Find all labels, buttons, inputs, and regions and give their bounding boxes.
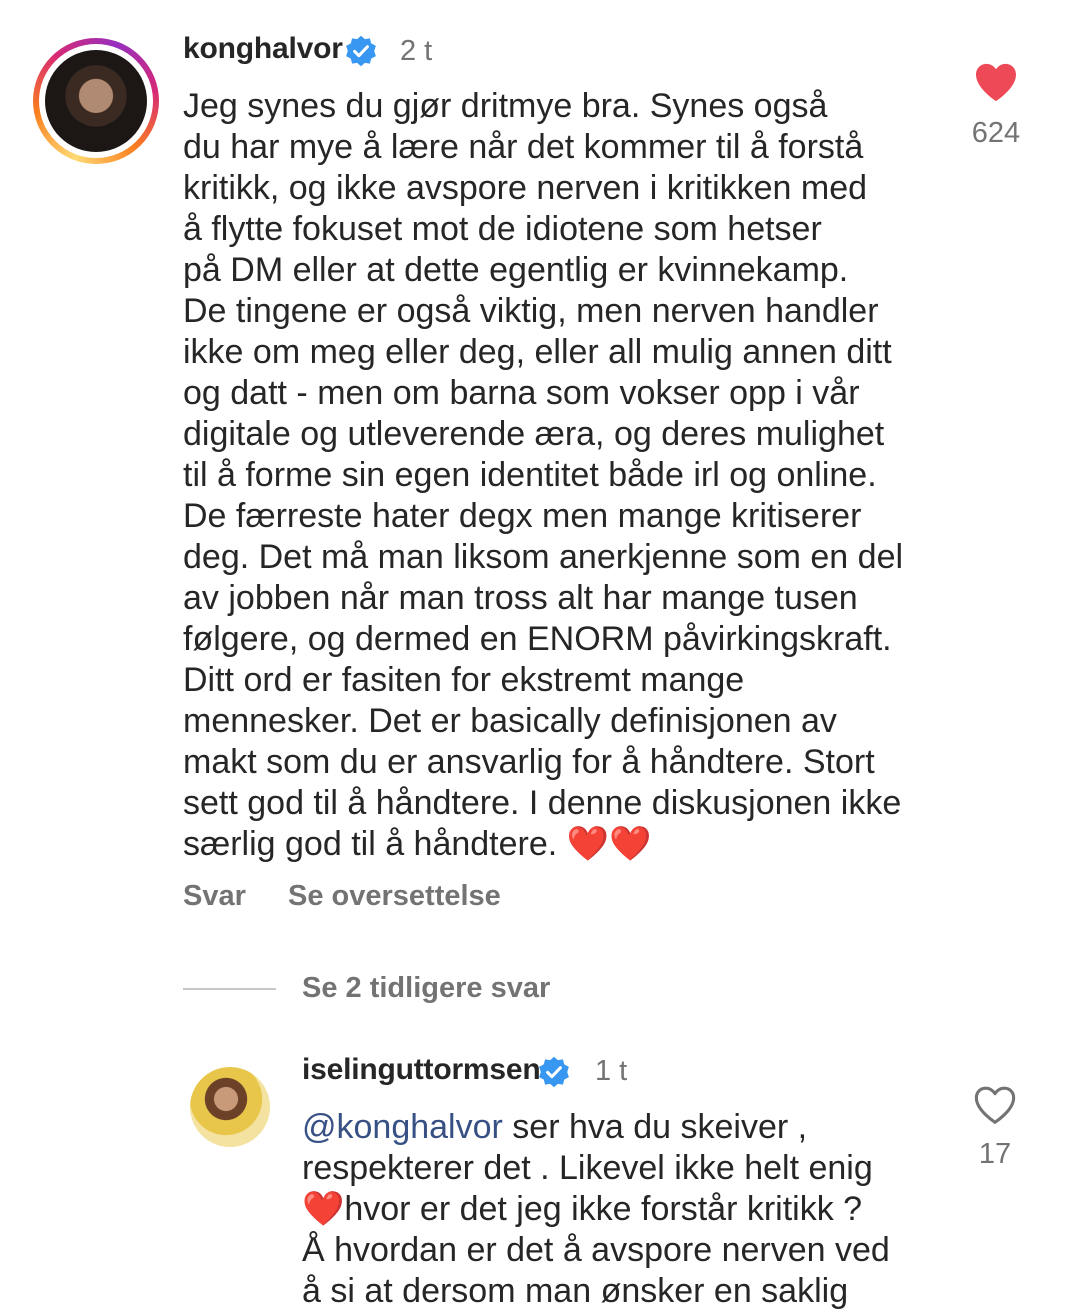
like-count: 624 bbox=[971, 117, 1021, 149]
reply-button[interactable]: Svar bbox=[183, 880, 246, 913]
comment-body-line: du har mye å lære når det kommer til å f… bbox=[183, 128, 864, 166]
comment-body-line: Å hvordan er det å avspore nerven ved bbox=[302, 1231, 890, 1269]
comment-body-line: De færreste hater degx men mange kritise… bbox=[183, 497, 862, 535]
comment-body-line: mennesker. Det er basically definisjonen… bbox=[183, 702, 837, 740]
story-ring[interactable] bbox=[33, 38, 159, 164]
username-iselinguttormsen[interactable]: iselinguttormsen bbox=[302, 1053, 541, 1087]
comment-body-line: deg. Det må man liksom anerkjenne som en… bbox=[183, 538, 904, 576]
verified-badge-icon bbox=[539, 1056, 569, 1088]
avatar-konghalvor[interactable] bbox=[45, 50, 147, 152]
comment-body-line: og datt - men om barna som vokser opp i … bbox=[183, 374, 860, 412]
view-earlier-replies-button[interactable]: Se 2 tidligere svar bbox=[302, 972, 550, 1005]
comment-body-line: følgere, og dermed en ENORM påvirkingskr… bbox=[183, 620, 892, 658]
comment-body-line: å si at dersom man ønsker en saklig bbox=[302, 1272, 849, 1310]
comment-body-line: ikke om meg eller deg, eller all mulig a… bbox=[183, 333, 892, 371]
comment-body-line: på DM eller at dette egentlig er kvinnek… bbox=[183, 251, 849, 289]
username-konghalvor[interactable]: konghalvor bbox=[183, 32, 343, 66]
comment-body-line: Ditt ord er fasiten for ekstremt mange bbox=[183, 661, 745, 699]
comment-body-line: digitale og utleverende æra, og deres mu… bbox=[183, 415, 885, 453]
comment-body-line: ❤️hvor er det jeg ikke forstår kritikk ? bbox=[302, 1190, 863, 1228]
comment-timestamp: 2 t bbox=[400, 35, 433, 67]
avatar-iselinguttormsen[interactable] bbox=[190, 1067, 270, 1147]
comment-timestamp: 1 t bbox=[595, 1055, 628, 1087]
comment-body-text: ser hva du skeiver , bbox=[502, 1108, 808, 1146]
see-translation-button[interactable]: Se oversettelse bbox=[288, 880, 501, 913]
comment-body-line: respekterer det . Likevel ikke helt enig bbox=[302, 1149, 873, 1187]
comment-body-line: Jeg synes du gjør dritmye bra. Synes ogs… bbox=[183, 87, 828, 125]
comment-body-line: De tingene er også viktig, men nerven ha… bbox=[183, 292, 879, 330]
comment-body-line: særlig god til å håndtere. ❤️❤️ bbox=[183, 825, 652, 863]
comment-body: Jeg synes du gjør dritmye bra. Synes ogs… bbox=[183, 86, 903, 865]
mention-link[interactable]: @konghalvor bbox=[302, 1108, 503, 1146]
comment-body-line: av jobben når man tross alt har mange tu… bbox=[183, 579, 858, 617]
comment-body-line: @konghalvor ser hva du skeiver , bbox=[302, 1107, 890, 1148]
comment-body-line: til å forme sin egen identitet både irl … bbox=[183, 456, 877, 494]
comment-body-line: kritikk, og ikke avspore nerven i kritik… bbox=[183, 169, 868, 207]
like-count: 17 bbox=[978, 1138, 1012, 1170]
verified-badge-icon bbox=[346, 35, 376, 67]
heart-outline-icon[interactable] bbox=[973, 1085, 1017, 1125]
replies-divider bbox=[183, 988, 276, 990]
heart-filled-icon[interactable] bbox=[974, 62, 1018, 102]
comment-body-line: sett god til å håndtere. I denne diskusj… bbox=[183, 784, 902, 822]
comment-body-line: makt som du er ansvarlig for å håndtere.… bbox=[183, 743, 875, 781]
comment-body: @konghalvor ser hva du skeiver , respekt… bbox=[302, 1107, 890, 1312]
comment-body-line: å flytte fokuset mot de idiotene som het… bbox=[183, 210, 822, 248]
